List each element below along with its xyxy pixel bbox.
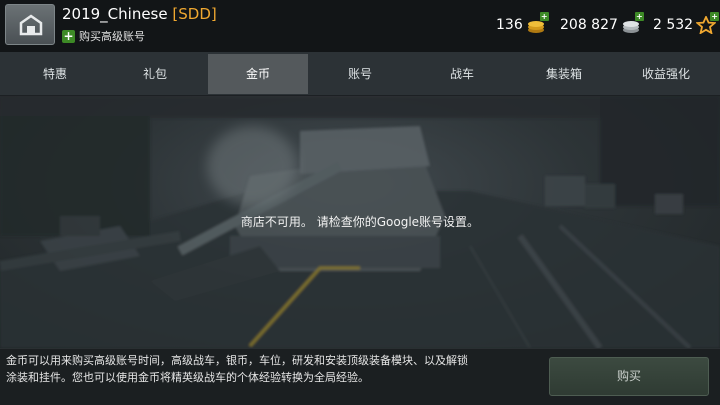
tab-special-offers[interactable]: 特惠 [5,54,105,94]
bottom-panel: 金币可以用来购买高级账号时间，高级战车，银币，车位，研发和安装顶级装备模块、以及… [0,348,720,405]
add-gold-icon[interactable]: + [539,12,549,21]
silver-credits-icon: + [621,12,644,34]
add-silver-icon[interactable]: + [634,12,644,21]
silver-balance[interactable]: 208 827 + [560,12,644,36]
gold-coins-icon: + [526,12,549,34]
add-xp-icon[interactable]: + [710,12,720,21]
silver-amount: 208 827 [560,17,618,33]
buy-button[interactable]: 购买 [549,357,709,396]
free-xp-star-icon: + [695,12,720,35]
garage-icon [19,14,43,36]
free-xp-amount: 2 532 [653,17,694,33]
tab-boosters[interactable]: 收益强化 [616,54,716,94]
gold-balance[interactable]: 136 + [496,12,549,36]
top-bar: 2019_Chinese [SDD] + 购买高级账号 136 + 208 82… [0,0,720,52]
tab-containers[interactable]: 集装箱 [514,54,614,94]
garage-button[interactable] [5,4,55,45]
tab-account[interactable]: 账号 [310,54,410,94]
hangar-background: 商店不可用。 请检查你的Google账号设置。 [0,96,720,348]
tab-bundles[interactable]: 礼包 [105,54,205,94]
gold-description: 金币可以用来购买高级账号时间，高级战车，银币，车位，研发和安装顶级装备模块、以及… [6,354,468,384]
tab-gold[interactable]: 金币 [208,54,308,94]
clan-tag[interactable]: [SDD] [172,5,216,23]
gold-amount: 136 [496,17,523,33]
tab-vehicles[interactable]: 战车 [412,54,512,94]
shop-tabs: 特惠 礼包 金币 账号 战车 集装箱 收益强化 [0,52,720,96]
free-xp-balance[interactable]: 2 532 + [653,12,720,36]
buy-premium-label: 购买高级账号 [79,30,145,43]
plus-icon: + [62,28,75,43]
player-name: 2019_Chinese [SDD] [62,5,217,23]
buy-premium-link[interactable]: + 购买高级账号 [62,28,145,44]
shop-unavailable-message: 商店不可用。 请检查你的Google账号设置。 [240,215,480,229]
player-nickname: 2019_Chinese [62,5,168,23]
